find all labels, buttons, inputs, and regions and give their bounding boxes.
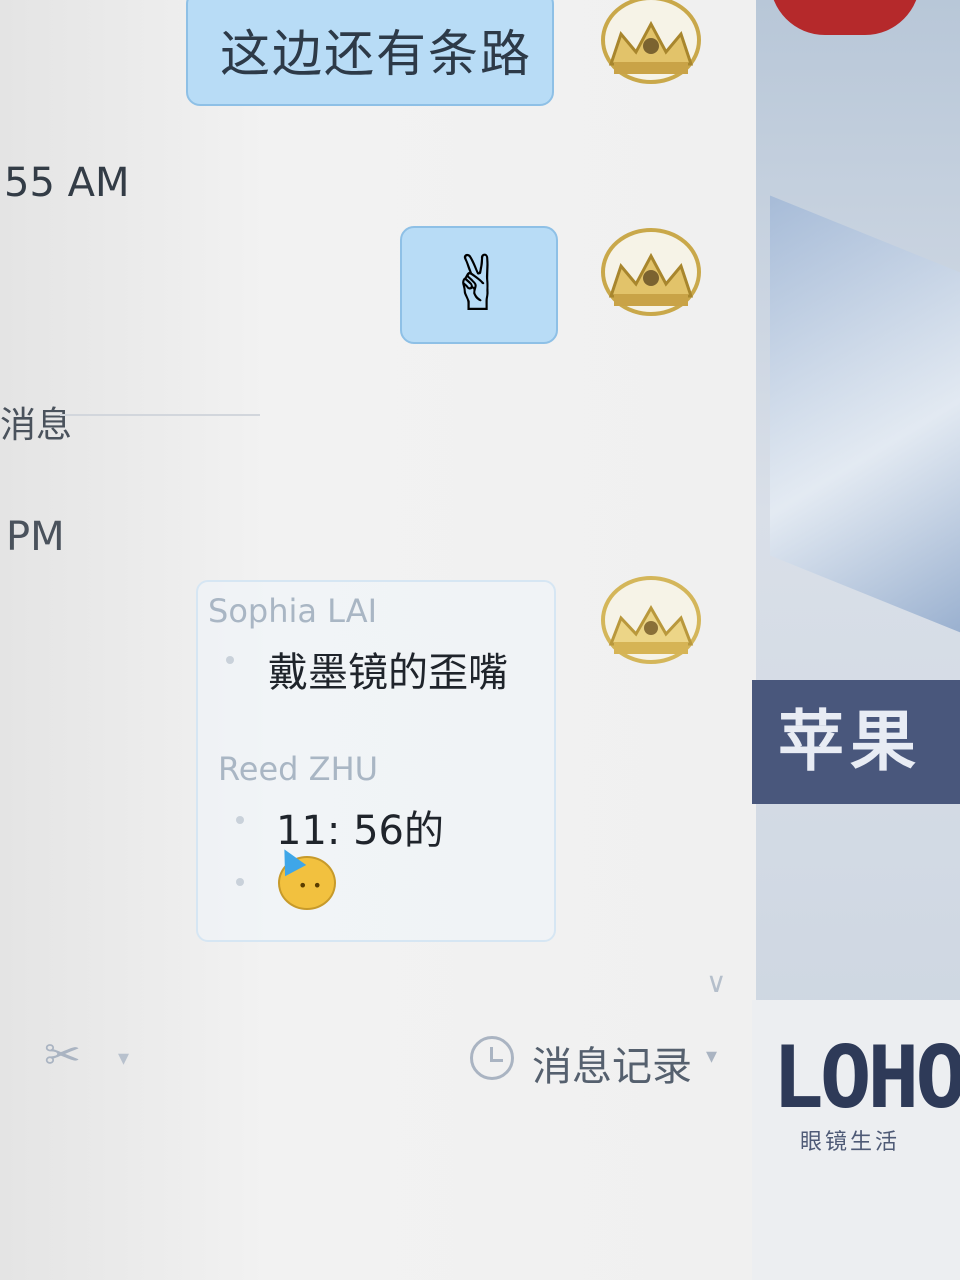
chat-pane: 这边还有条路 55 AM ✌ 消息 PM Sophia LAI 戴墨镜的歪嘴 R… [0,0,770,1280]
bullet [226,656,234,664]
divider [60,414,260,416]
emoji-message-bubble[interactable]: ✌ [400,226,558,344]
brand-logo-text: LOHO [772,1028,960,1128]
sent-message-text: 这边还有条路 [220,25,532,83]
brand-logo-ad[interactable]: LOHO 眼镜生活 [752,1000,960,1280]
scroll-down-icon[interactable]: ∨ [706,966,727,999]
ad-banner-text: 苹果 [778,703,922,780]
message-history-label: 消息记录 [532,1044,692,1090]
clock-icon [470,1036,514,1080]
brand-logo-subtext: 眼镜生活 [800,1130,901,1155]
bullet [236,878,244,886]
quote-message-2: 11: 56的 [276,808,444,854]
bullet [236,816,244,824]
sent-message-bubble[interactable]: 这边还有条路 [186,0,554,106]
system-message-label: 消息 [0,405,73,446]
quote-author-1: Sophia LAI [208,592,378,630]
timestamp-2: PM [6,514,65,560]
chevron-down-icon: ▾ [706,1044,718,1069]
scissors-icon[interactable]: ✂ [44,1030,81,1081]
timestamp-1: 55 AM [4,160,130,206]
peace-hand-icon: ✌ [446,239,510,328]
quote-author-2: Reed ZHU [218,750,379,788]
ad-banner[interactable]: 苹果 [752,680,960,804]
crown-avatar-icon[interactable] [596,0,706,94]
quoted-messages-card[interactable]: Sophia LAI 戴墨镜的歪嘴 Reed ZHU 11: 56的 [196,580,556,942]
crown-avatar-icon[interactable] [596,226,706,326]
chevron-down-icon[interactable]: ▾ [118,1046,129,1071]
quote-message-1: 戴墨镜的歪嘴 [268,650,508,696]
party-face-icon: • • [273,843,336,910]
crown-avatar-icon[interactable] [596,574,706,674]
